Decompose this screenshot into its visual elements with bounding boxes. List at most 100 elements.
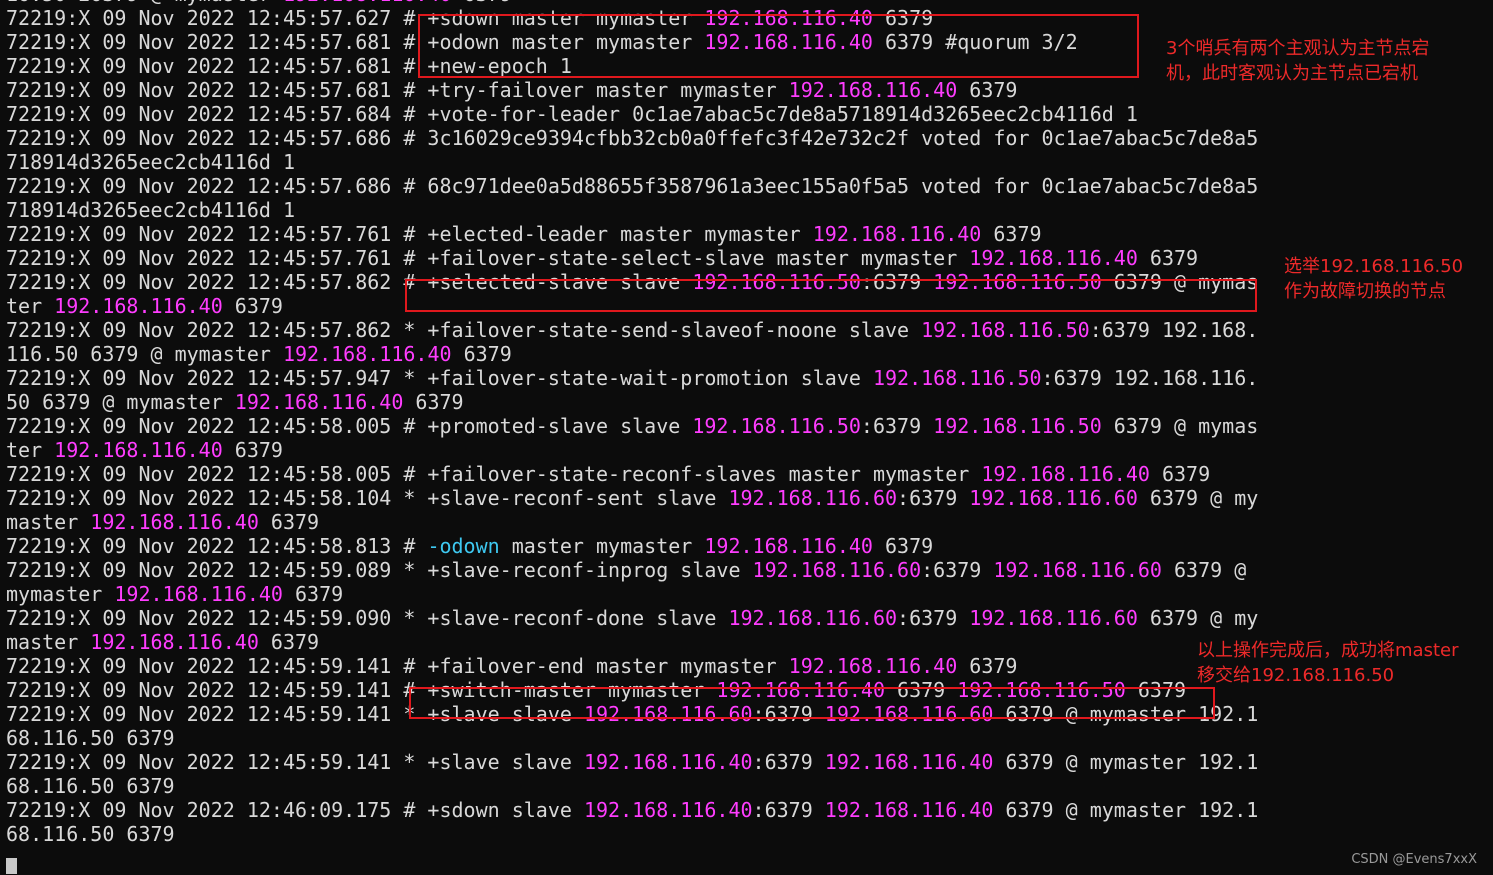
- ip-address: 192.168.116.40: [90, 630, 259, 654]
- terminal-line: 116.50 6379 @ mymaster 192.168.116.40 63…: [6, 342, 1266, 366]
- log-text: 6379: [1149, 462, 1211, 486]
- log-text: :6379: [752, 750, 825, 774]
- terminal-output: 16.50 26379 @ mymaster 192.168.116.40 63…: [6, 0, 1266, 846]
- log-text: 72219:X 09 Nov 2022 12:45:57.862 * +fail…: [6, 318, 922, 342]
- ip-address: 192.168.116.60: [993, 558, 1162, 582]
- log-text: :6379: [897, 606, 970, 630]
- ip-address: 192.168.116.60: [728, 486, 898, 510]
- terminal-line: 72219:X 09 Nov 2022 12:45:59.090 * +slav…: [6, 606, 1266, 630]
- highlight-box-selected-slave: [405, 279, 1257, 312]
- log-text: master mymaster: [499, 534, 705, 558]
- log-text: :6379: [921, 558, 994, 582]
- log-text: master: [6, 630, 91, 654]
- terminal-line: mymaster 192.168.116.40 6379: [6, 582, 1266, 606]
- log-text: 6379: [403, 390, 464, 414]
- log-text: 72219:X 09 Nov 2022 12:45:57.686 # 68c97…: [6, 174, 1259, 198]
- ip-address: 192.168.116.60: [752, 558, 922, 582]
- terminal-line: 72219:X 09 Nov 2022 12:45:58.813 # -odow…: [6, 534, 1266, 558]
- log-text: 6379 @: [1161, 558, 1247, 582]
- terminal-line: 72219:X 09 Nov 2022 12:45:57.686 # 68c97…: [6, 174, 1266, 198]
- terminal-cursor: [6, 858, 17, 874]
- ip-address: 192.168.116.40: [54, 438, 223, 462]
- ip-address: 192.168.116.40: [583, 750, 753, 774]
- terminal-line: master 192.168.116.40 6379: [6, 630, 1266, 654]
- ip-address: 192.168.116.40: [114, 582, 283, 606]
- ip-address: 192.168.116.40: [282, 342, 452, 366]
- log-text: 6379: [282, 582, 344, 606]
- ip-address: 192.168.116.60: [969, 606, 1138, 630]
- ip-address: 192.168.116.40: [583, 798, 753, 822]
- ip-address: 192.168.116.40: [981, 462, 1150, 486]
- ip-address: 192.168.116.40: [824, 750, 994, 774]
- log-text: master: [6, 510, 91, 534]
- log-text: 72219:X 09 Nov 2022 12:45:57.761 # +fail…: [6, 246, 970, 270]
- log-text: 68.116.50 6379: [6, 822, 175, 846]
- log-text: :6379: [860, 414, 934, 438]
- terminal-line: 72219:X 09 Nov 2022 12:45:58.005 # +prom…: [6, 414, 1266, 438]
- ip-address: 192.168.116.40: [234, 390, 404, 414]
- log-text: :6379: [752, 798, 825, 822]
- log-text: 72219:X 09 Nov 2022 12:45:59.089 * +slav…: [6, 558, 753, 582]
- log-text: :6379: [897, 486, 970, 510]
- log-text: 72219:X 09 Nov 2022 12:45:58.104 * +slav…: [6, 486, 729, 510]
- log-text: 50 6379 @ mymaster: [6, 390, 235, 414]
- terminal-line: 50 6379 @ mymaster 192.168.116.40 6379: [6, 390, 1266, 414]
- log-text: 6379: [258, 510, 320, 534]
- ip-address: 192.168.116.40: [812, 222, 982, 246]
- log-text: 72219:X 09 Nov 2022 12:45:57.681 # +try-…: [6, 78, 789, 102]
- ip-address: 192.168.116.40: [969, 246, 1138, 270]
- ip-address: 192.168.116.40: [704, 534, 873, 558]
- terminal-line: 72219:X 09 Nov 2022 12:45:59.141 * +slav…: [6, 750, 1266, 774]
- terminal-line: 68.116.50 6379: [6, 822, 1266, 846]
- ip-address: 192.168.116.40: [788, 78, 958, 102]
- log-text: 72219:X 09 Nov 2022 12:45:57.761 # +elec…: [6, 222, 813, 246]
- terminal-line: 718914d3265eec2cb4116d 1: [6, 198, 1266, 222]
- log-text: 6379: [222, 294, 283, 318]
- terminal-line: master 192.168.116.40 6379: [6, 510, 1266, 534]
- terminal-line: 72219:X 09 Nov 2022 12:45:57.761 # +elec…: [6, 222, 1266, 246]
- log-text: 6379 @ mymaster 192.1: [993, 798, 1259, 822]
- log-text: mymaster: [6, 582, 115, 606]
- log-text: 72219:X 09 Nov 2022 12:45:58.005 # +prom…: [6, 414, 693, 438]
- log-text: 72219:X 09 Nov 2022 12:45:57.686 # 3c160…: [6, 126, 1259, 150]
- log-text: 6379 @ my: [1137, 606, 1259, 630]
- log-text: 6379: [1137, 246, 1199, 270]
- log-text: :6379 192.168.116.: [1041, 366, 1259, 390]
- terminal-line: 72219:X 09 Nov 2022 12:45:59.141 # +fail…: [6, 654, 1266, 678]
- log-text: ter: [6, 438, 55, 462]
- ip-address: 192.168.116.60: [969, 486, 1138, 510]
- ip-address: 192.168.116.50: [692, 414, 861, 438]
- log-text: 72219:X 09 Nov 2022 12:46:09.175 # +sdow…: [6, 798, 584, 822]
- log-text: 72219:X 09 Nov 2022 12:45:59.141 # +fail…: [6, 654, 789, 678]
- terminal-line: 72219:X 09 Nov 2022 12:45:57.761 # +fail…: [6, 246, 1266, 270]
- log-text: 6379: [957, 654, 1018, 678]
- terminal-line: 72219:X 09 Nov 2022 12:45:58.005 # +fail…: [6, 462, 1266, 486]
- log-text: 6379: [872, 534, 934, 558]
- log-text: 68.116.50 6379: [6, 726, 175, 750]
- terminal-line: 72219:X 09 Nov 2022 12:45:57.681 # +try-…: [6, 78, 1266, 102]
- terminal-line: 72219:X 09 Nov 2022 12:45:58.104 * +slav…: [6, 486, 1266, 510]
- terminal-line: 72219:X 09 Nov 2022 12:46:09.175 # +sdow…: [6, 798, 1266, 822]
- ip-address: 192.168.116.50: [933, 414, 1102, 438]
- log-text: ter: [6, 294, 55, 318]
- terminal-line: 68.116.50 6379: [6, 774, 1266, 798]
- ip-address: 192.168.116.40: [824, 798, 994, 822]
- log-text: 116.50 6379 @ mymaster: [6, 342, 283, 366]
- log-text: 6379: [981, 222, 1042, 246]
- log-text: 718914d3265eec2cb4116d 1: [6, 150, 295, 174]
- log-text: 72219:X 09 Nov 2022 12:45:57.947 * +fail…: [6, 366, 873, 390]
- log-text: 6379 @ mymas: [1101, 414, 1259, 438]
- highlight-box-odown: [418, 14, 1139, 78]
- log-text: 6379: [957, 78, 1018, 102]
- watermark: CSDN @Evens7xxX: [1351, 852, 1477, 867]
- log-text: 6379: [451, 342, 512, 366]
- log-text: 6379: [222, 438, 283, 462]
- log-text: 68.116.50 6379: [6, 774, 175, 798]
- terminal-line: ter 192.168.116.40 6379: [6, 438, 1266, 462]
- ip-address: 192.168.116.40: [54, 294, 223, 318]
- log-text: 6379 @ mymaster 192.1: [993, 750, 1259, 774]
- ip-address: 192.168.116.40: [90, 510, 259, 534]
- annotation-switch-master: 以上操作完成后，成功将master 移交给192.168.116.50: [1197, 640, 1459, 686]
- log-text: 72219:X 09 Nov 2022 12:45:58.813 #: [6, 534, 428, 558]
- terminal-line: 68.116.50 6379: [6, 726, 1266, 750]
